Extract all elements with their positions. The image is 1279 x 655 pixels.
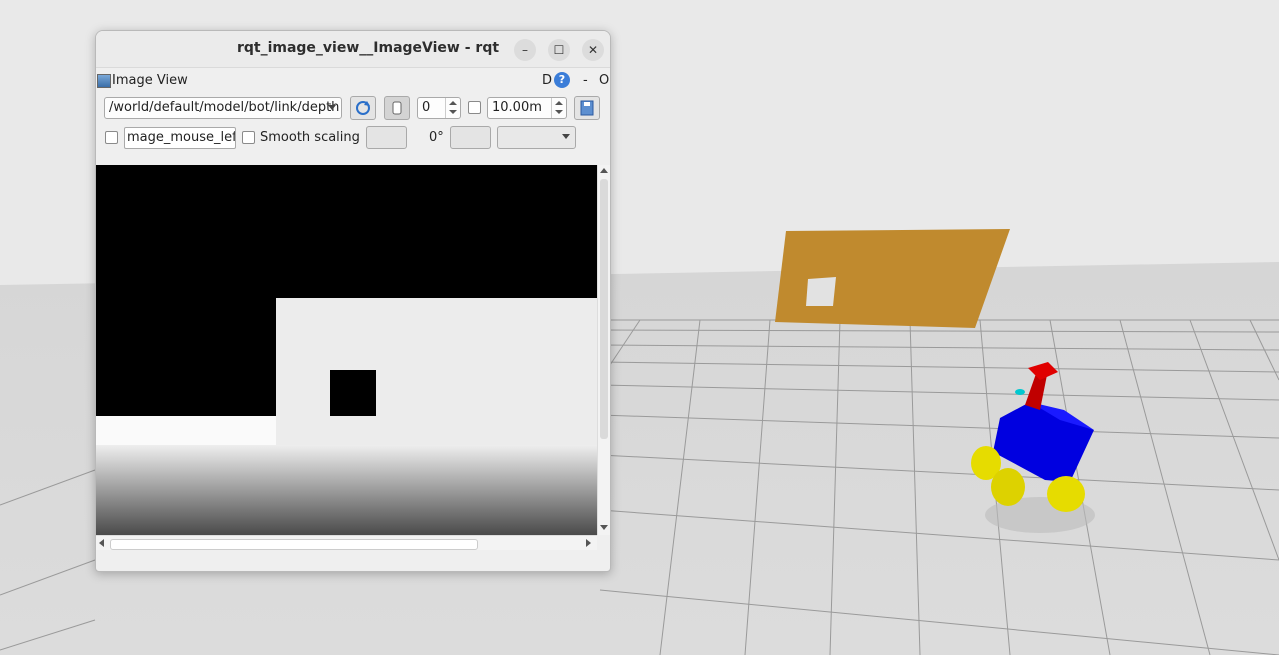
- chevron-down-icon: [562, 134, 570, 139]
- topic-value: /world/default/model/bot/link/depth: [109, 100, 340, 115]
- depth-image-view[interactable]: [96, 165, 597, 535]
- maximize-button[interactable]: ☐: [548, 39, 570, 61]
- rqt-window: rqt_image_view__ImageView - rqt – ☐ ✕ Im…: [95, 30, 611, 572]
- minimize-button[interactable]: –: [514, 39, 536, 61]
- zoom-1-button[interactable]: [384, 96, 410, 120]
- horizontal-scrollbar[interactable]: [96, 535, 597, 550]
- vertical-scrollbar[interactable]: [597, 165, 610, 535]
- scroll-right-icon[interactable]: [586, 539, 591, 547]
- smooth-scaling-checkbox[interactable]: [242, 131, 255, 144]
- zoom-spinbox[interactable]: 0: [417, 97, 461, 119]
- spin-arrows[interactable]: [551, 98, 566, 118]
- zoom-value: 0: [422, 100, 431, 115]
- plugin-minimize-button[interactable]: -: [583, 73, 588, 88]
- wall-panel: [775, 229, 1010, 328]
- dynamic-range-checkbox[interactable]: [468, 101, 481, 114]
- refresh-button[interactable]: [350, 96, 376, 120]
- mouse-topic-field[interactable]: mage_mouse_left: [124, 127, 236, 149]
- depth-image: [96, 165, 597, 535]
- spin-arrows[interactable]: [445, 98, 460, 118]
- max-depth-value: 10.00m: [492, 100, 542, 115]
- image-view-icon: [97, 74, 111, 88]
- topic-select[interactable]: /world/default/model/bot/link/depth: [104, 97, 342, 119]
- wheel-rear-right: [1047, 476, 1085, 512]
- close-button[interactable]: ✕: [582, 39, 604, 61]
- rotate-left-button[interactable]: [366, 126, 407, 149]
- scroll-left-icon[interactable]: [99, 539, 104, 547]
- save-icon: [580, 100, 594, 116]
- publish-mouse-checkbox[interactable]: [105, 131, 118, 144]
- wheel-rear-left: [991, 468, 1025, 506]
- plugin-d-button[interactable]: D: [542, 73, 552, 88]
- robot-camera: [1015, 389, 1025, 395]
- window-titlebar[interactable]: rqt_image_view__ImageView - rqt – ☐ ✕: [96, 31, 610, 68]
- chevron-down-icon: [328, 105, 336, 110]
- scroll-down-icon[interactable]: [600, 525, 608, 530]
- rotation-label: 0°: [429, 130, 444, 145]
- wall-window: [806, 277, 836, 306]
- max-depth-spinbox[interactable]: 10.00m: [487, 97, 567, 119]
- rotate-right-button[interactable]: [450, 126, 491, 149]
- scroll-up-icon[interactable]: [600, 168, 608, 173]
- plugin-title: Image View: [112, 73, 188, 88]
- zoom-icon: [392, 101, 402, 115]
- plugin-header: Image View D ? - O: [96, 71, 610, 91]
- plugin-close-button[interactable]: O: [599, 73, 609, 88]
- colormap-select[interactable]: [497, 126, 576, 149]
- vertical-scroll-thumb[interactable]: [600, 179, 608, 439]
- refresh-icon: [356, 101, 370, 115]
- smooth-scaling-label: Smooth scaling: [260, 130, 360, 145]
- horizontal-scroll-thumb[interactable]: [110, 539, 478, 550]
- help-icon[interactable]: ?: [554, 72, 570, 88]
- save-image-button[interactable]: [574, 96, 600, 120]
